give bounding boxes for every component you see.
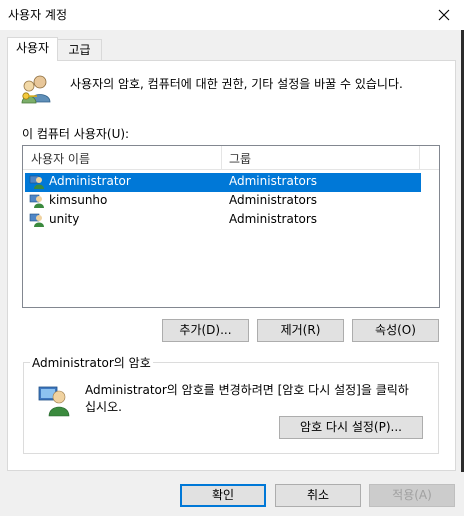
password-instruction-line2: 십시오. [85,400,122,414]
user-icon [29,194,44,208]
user-icon [29,175,44,189]
password-group-title: Administrator의 암호 [30,354,153,371]
user-group: Administrators [229,174,318,188]
password-instruction-line1: Administrator의 암호를 변경하려면 [암호 다시 설정]을 클릭하 [85,383,409,397]
user-accounts-dialog: 사용자 계정 사용자 고급 사용자의 암호, 컴퓨터에 대한 권한, 기타 설정… [0,0,464,516]
user-icon [29,213,44,227]
description-text: 사용자의 암호, 컴퓨터에 대한 권한, 기타 설정을 바꿀 수 있습니다. [70,77,403,91]
remove-user-button[interactable]: 제거(R) [257,319,344,342]
tab-advanced[interactable]: 고급 [57,39,102,61]
password-instruction: Administrator의 암호를 변경하려면 [암호 다시 설정]을 클릭하… [85,382,409,416]
user-row-unity[interactable]: unity Administrators [25,211,421,230]
user-group: Administrators [229,193,318,207]
user-name: Administrator [49,174,131,188]
password-user-icon [38,386,70,417]
properties-button[interactable]: 속성(O) [352,319,439,342]
tab-users[interactable]: 사용자 [7,37,58,61]
column-header-username[interactable]: 사용자 이름 [31,150,90,167]
user-row-kimsunho[interactable]: kimsunho Administrators [25,192,421,211]
user-row-administrator[interactable]: Administrator Administrators [25,173,421,192]
tab-users-label: 사용자 [15,41,50,55]
reset-password-button[interactable]: 암호 다시 설정(P)... [279,416,423,439]
user-name: unity [49,212,80,226]
window-title: 사용자 계정 [8,8,68,22]
close-button[interactable] [424,0,464,30]
list-header: 사용자 이름 그룹 [23,146,439,170]
apply-button[interactable]: 적용(A) [369,484,455,507]
user-group: Administrators [229,212,318,226]
user-list[interactable]: 사용자 이름 그룹 Administrator Administrators k… [22,145,440,308]
users-keys-icon [21,75,51,104]
user-name: kimsunho [49,193,108,207]
ok-button[interactable]: 확인 [180,484,266,507]
column-divider[interactable] [419,146,420,170]
column-header-group[interactable]: 그룹 [229,150,251,167]
column-divider[interactable] [221,146,222,170]
title-bar: 사용자 계정 [0,0,464,30]
user-list-label: 이 컴퓨터 사용자(U): [22,125,129,142]
add-user-button[interactable]: 추가(D)... [162,319,249,342]
close-icon [438,9,450,21]
tab-advanced-label: 고급 [68,43,91,57]
cancel-button[interactable]: 취소 [275,484,361,507]
user-list-label-text: 이 컴퓨터 사용자(U): [22,127,130,141]
